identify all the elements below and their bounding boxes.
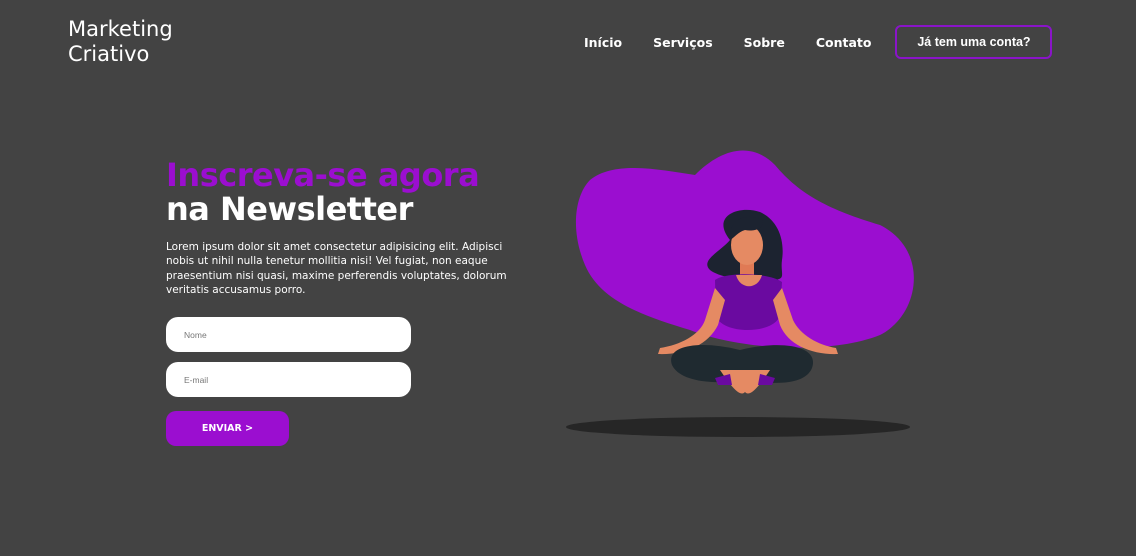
brand-line-2: Criativo	[68, 42, 150, 66]
hero-title-accent: Inscreva-se agora	[166, 156, 480, 194]
hero-title: Inscreva-se agora na Newsletter	[166, 156, 480, 228]
hero-description: Lorem ipsum dolor sit amet consectetur a…	[166, 241, 507, 297]
shadow-ellipse	[566, 417, 910, 437]
nav-item-sobre[interactable]: Sobre	[744, 35, 785, 50]
name-input[interactable]	[166, 317, 411, 352]
hero-title-main: na Newsletter	[166, 190, 413, 228]
brand-logo[interactable]: Marketing Criativo	[68, 17, 208, 67]
main-nav: Início Serviços Sobre Contato Já tem uma…	[570, 25, 1053, 59]
email-input[interactable]	[166, 362, 411, 397]
login-button[interactable]: Já tem uma conta?	[895, 25, 1053, 59]
nav-item-contato[interactable]: Contato	[816, 35, 872, 50]
brand-line-1: Marketing	[68, 17, 173, 41]
nav-item-inicio[interactable]: Início	[584, 35, 622, 50]
meditation-illustration	[566, 150, 914, 437]
submit-button[interactable]: ENVIAR >	[166, 411, 289, 446]
nav-item-servicos[interactable]: Serviços	[653, 35, 713, 50]
